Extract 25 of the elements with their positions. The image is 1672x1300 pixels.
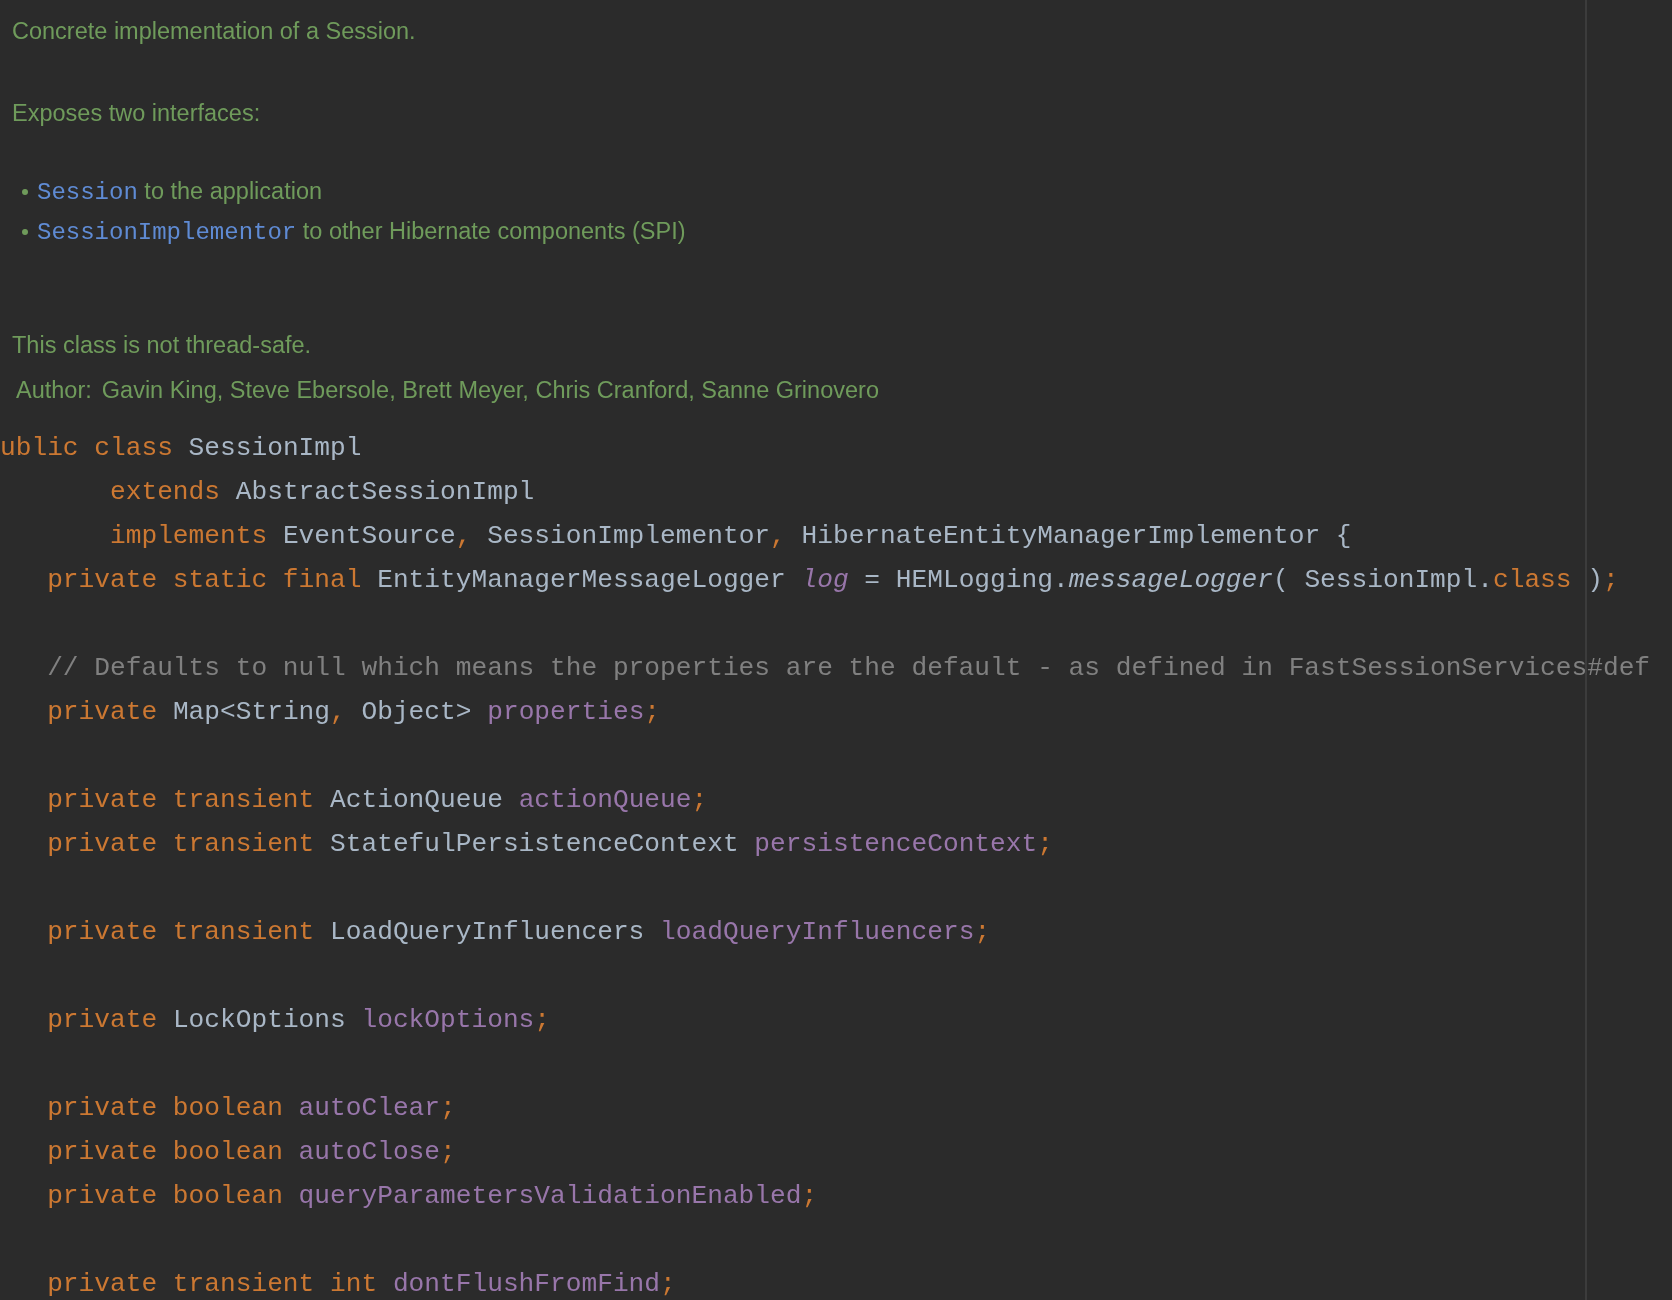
code-link[interactable]: Session [37, 179, 138, 206]
code-line: private boolean queryParametersValidationEnabled; [46, 1180, 818, 1213]
code-line: private LockOptions lockOptions; [46, 1004, 551, 1037]
author-label: Author: [16, 376, 92, 405]
code-line: // Defaults to null which means the properties are the default - as defined in FastSessionServices#def [46, 652, 1651, 685]
code-line: private transient ActionQueue actionQueue; [46, 784, 708, 817]
code-line: private Map<String, Object> properties; [46, 696, 661, 729]
code-line: extends AbstractSessionImpl [109, 476, 535, 509]
code-line: private static final EntityManagerMessageLogger log = HEMLogging.messageLogger( SessionImpl.class ); [46, 564, 1619, 597]
doc-paragraph: Exposes two interfaces: [12, 99, 261, 128]
code-line: ublic class SessionImpl [0, 432, 362, 465]
doc-summary: Concrete implementation of a Session. [12, 17, 416, 46]
code-line: private boolean autoClear; [46, 1092, 456, 1125]
author-names: Gavin King, Steve Ebersole, Brett Meyer, Chris Cranford, Sanne Grinovero [101, 376, 879, 405]
code-link[interactable]: SessionImplementor [37, 219, 297, 246]
code-line: implements EventSource, SessionImplementor, HibernateEntityManagerImplementor { [109, 520, 1352, 553]
list-item-text: SessionImplementor to other Hibernate components (SPI) [37, 218, 686, 246]
code-line: private boolean autoClose; [46, 1136, 456, 1169]
doc-note: This class is not thread-safe. [12, 331, 312, 360]
bullet-icon [22, 229, 28, 235]
code-line: private transient int dontFlushFromFind; [46, 1268, 676, 1300]
bullet-icon [22, 189, 28, 195]
list-item-text: Session to the application [37, 178, 323, 206]
code-line: private transient StatefulPersistenceContext persistenceContext; [46, 828, 1053, 861]
code-line: private transient LoadQueryInfluencers loadQueryInfluencers; [46, 916, 991, 949]
